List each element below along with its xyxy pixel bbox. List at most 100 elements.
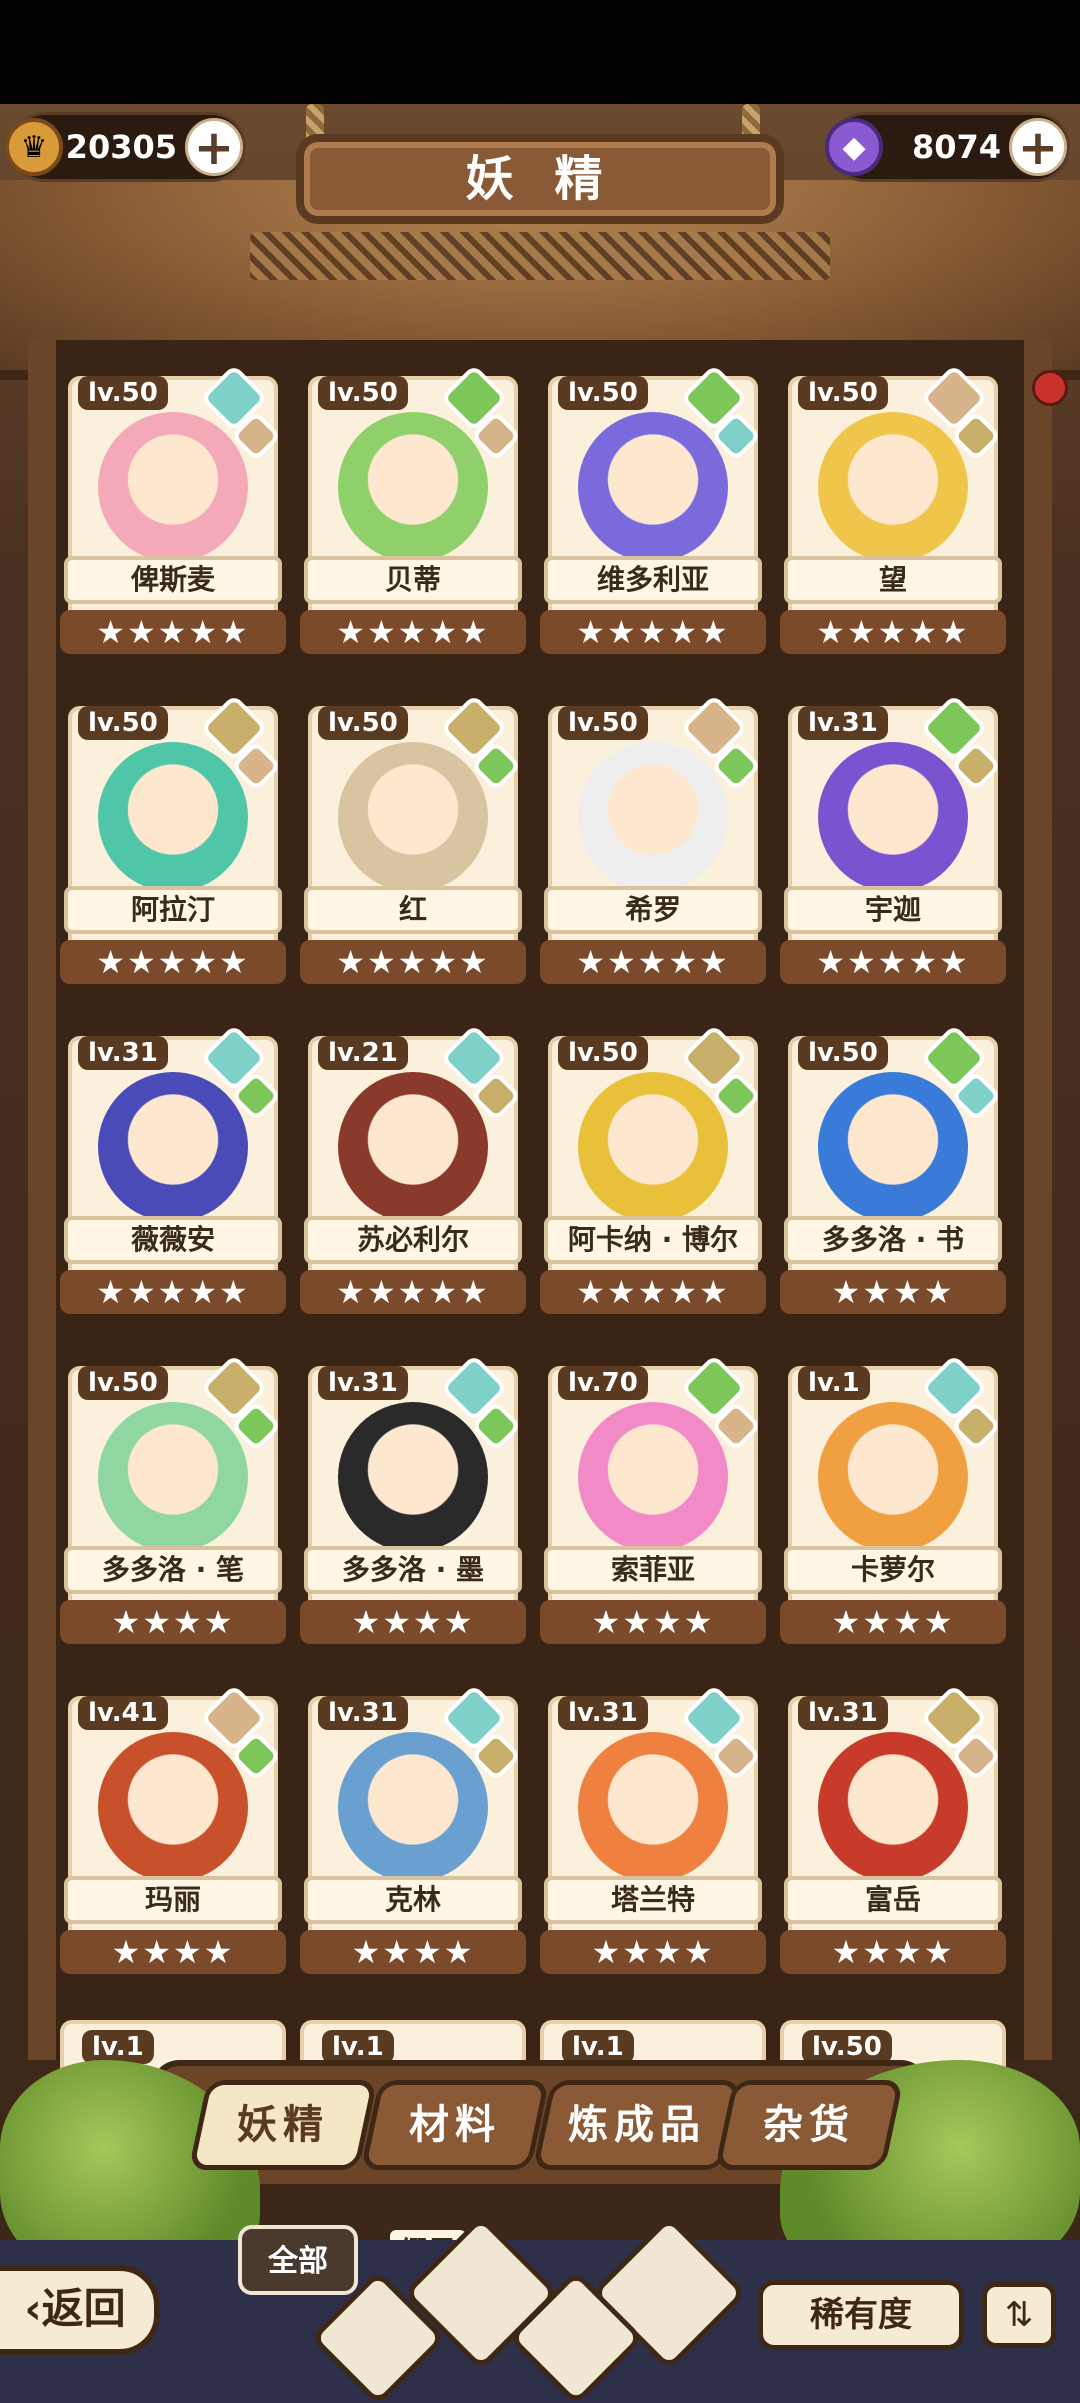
level-badge: lv.50 xyxy=(558,706,648,740)
back-button[interactable]: ‹返回 xyxy=(0,2265,160,2355)
rarity-sort-button[interactable]: 稀有度 xyxy=(758,2280,964,2350)
fairy-name: 多多洛 · 墨 xyxy=(304,1546,522,1594)
fairy-name: 薇薇安 xyxy=(64,1216,282,1264)
star-rating: ★★★★★ xyxy=(780,940,1006,984)
star-rating: ★★★★★ xyxy=(300,1270,526,1314)
fairy-portrait xyxy=(338,1732,488,1882)
add-gold-button[interactable]: + xyxy=(185,118,243,176)
fairy-card[interactable]: lv.31 宇迦 ★★★★★ xyxy=(780,692,1006,988)
star-rating: ★★★★ xyxy=(540,1600,766,1644)
fairy-card[interactable]: lv.31 克林 ★★★★ xyxy=(300,1682,526,1978)
tab-materials[interactable]: 材料 xyxy=(360,2080,550,2170)
level-badge: lv.31 xyxy=(78,1036,168,1070)
fairy-portrait xyxy=(578,1732,728,1882)
tab-fairy[interactable]: 妖精 xyxy=(188,2080,378,2170)
add-gem-button[interactable]: + xyxy=(1009,118,1067,176)
gem-icon: ◆ xyxy=(825,118,883,176)
star-rating: ★★★★★ xyxy=(540,1270,766,1314)
fairy-card[interactable]: lv.21 苏必利尔 ★★★★★ xyxy=(300,1022,526,1318)
fairy-portrait xyxy=(578,742,728,892)
level-badge: lv.31 xyxy=(318,1696,408,1730)
fairy-card[interactable]: lv.50 望 ★★★★★ xyxy=(780,362,1006,658)
level-badge: lv.50 xyxy=(318,706,408,740)
fairy-card[interactable]: lv.50 维多利亚 ★★★★★ xyxy=(540,362,766,658)
fairy-card[interactable]: lv.50 俾斯麦 ★★★★★ xyxy=(60,362,286,658)
fairy-portrait xyxy=(578,1402,728,1552)
gem-value: 8074 xyxy=(911,128,1001,166)
tab-goods[interactable]: 杂货 xyxy=(714,2080,904,2170)
star-rating: ★★★★ xyxy=(540,1930,766,1974)
fairy-name: 克林 xyxy=(304,1876,522,1924)
star-rating: ★★★★★ xyxy=(540,940,766,984)
level-badge: lv.50 xyxy=(798,376,888,410)
level-badge: lv.50 xyxy=(558,376,648,410)
star-rating: ★★★★★ xyxy=(540,610,766,654)
fairy-name: 索菲亚 xyxy=(544,1546,762,1594)
fairy-name: 多多洛 · 书 xyxy=(784,1216,1002,1264)
fairy-name: 卡萝尔 xyxy=(784,1546,1002,1594)
fairy-card[interactable]: lv.31 塔兰特 ★★★★ xyxy=(540,1682,766,1978)
fairy-card[interactable]: lv.1 卡萝尔 ★★★★ xyxy=(780,1352,1006,1648)
level-badge: lv.31 xyxy=(798,1696,888,1730)
fairy-portrait xyxy=(338,1402,488,1552)
gem-counter: ◆ 8074 + xyxy=(825,112,1070,182)
fairy-card[interactable]: lv.70 索菲亚 ★★★★ xyxy=(540,1352,766,1648)
level-badge: lv.50 xyxy=(558,1036,648,1070)
fairy-card[interactable]: lv.50 希罗 ★★★★★ xyxy=(540,692,766,988)
fairy-portrait xyxy=(338,742,488,892)
fairy-portrait xyxy=(338,1072,488,1222)
gold-counter: ♛ 20305 + xyxy=(5,112,246,182)
fairy-name: 希罗 xyxy=(544,886,762,934)
filter-all-button[interactable]: 全部 xyxy=(238,2225,358,2295)
title-sign: 妖 精 xyxy=(296,134,784,224)
star-rating: ★★★★ xyxy=(780,1600,1006,1644)
fairy-portrait xyxy=(818,1732,968,1882)
fairy-portrait xyxy=(98,1072,248,1222)
fairy-portrait xyxy=(578,1072,728,1222)
fairy-name: 贝蒂 xyxy=(304,556,522,604)
fairy-card[interactable]: lv.50 多多洛 · 书 ★★★★ xyxy=(780,1022,1006,1318)
fairy-name: 富岳 xyxy=(784,1876,1002,1924)
star-rating: ★★★★ xyxy=(780,1270,1006,1314)
fairy-card[interactable]: lv.50 红 ★★★★★ xyxy=(300,692,526,988)
star-rating: ★★★★★ xyxy=(780,610,1006,654)
fairy-portrait xyxy=(98,412,248,562)
level-badge: lv.70 xyxy=(558,1366,648,1400)
fairy-name: 多多洛 · 笔 xyxy=(64,1546,282,1594)
star-rating: ★★★★★ xyxy=(60,940,286,984)
fairy-portrait xyxy=(98,1402,248,1552)
ladybug-icon xyxy=(1032,370,1068,406)
star-rating: ★★★★★ xyxy=(300,610,526,654)
star-rating: ★★★★★ xyxy=(60,1270,286,1314)
page-title: 妖 精 xyxy=(465,151,615,207)
gold-value: 20305 xyxy=(65,128,177,166)
sort-order-icon[interactable]: ⇅ xyxy=(982,2282,1056,2348)
fairy-name: 维多利亚 xyxy=(544,556,762,604)
fairy-card[interactable]: lv.50 多多洛 · 笔 ★★★★ xyxy=(60,1352,286,1648)
level-badge: lv.31 xyxy=(318,1366,408,1400)
star-rating: ★★★★ xyxy=(300,1930,526,1974)
fairy-portrait xyxy=(338,412,488,562)
fairy-card[interactable]: lv.31 多多洛 · 墨 ★★★★ xyxy=(300,1352,526,1648)
tab-crafted[interactable]: 炼成品 xyxy=(532,2080,742,2170)
fairy-card[interactable]: lv.50 阿拉汀 ★★★★★ xyxy=(60,692,286,988)
fairy-card[interactable]: lv.50 贝蒂 ★★★★★ xyxy=(300,362,526,658)
star-rating: ★★★★★ xyxy=(60,610,286,654)
level-badge: lv.50 xyxy=(78,706,168,740)
level-badge: lv.50 xyxy=(318,376,408,410)
fairy-portrait xyxy=(98,742,248,892)
gold-coin-icon: ♛ xyxy=(5,118,63,176)
fairy-card[interactable]: lv.50 阿卡纳 · 博尔 ★★★★★ xyxy=(540,1022,766,1318)
fairy-name: 阿卡纳 · 博尔 xyxy=(544,1216,762,1264)
fairy-name: 苏必利尔 xyxy=(304,1216,522,1264)
status-bar xyxy=(0,0,1080,104)
fairy-portrait xyxy=(818,742,968,892)
fairy-card[interactable]: lv.31 富岳 ★★★★ xyxy=(780,1682,1006,1978)
fairy-portrait xyxy=(578,412,728,562)
star-rating: ★★★★ xyxy=(780,1930,1006,1974)
level-badge: lv.31 xyxy=(558,1696,648,1730)
fairy-card[interactable]: lv.31 薇薇安 ★★★★★ xyxy=(60,1022,286,1318)
fairy-name: 玛丽 xyxy=(64,1876,282,1924)
fairy-card[interactable]: lv.41 玛丽 ★★★★ xyxy=(60,1682,286,1978)
fairy-name: 望 xyxy=(784,556,1002,604)
